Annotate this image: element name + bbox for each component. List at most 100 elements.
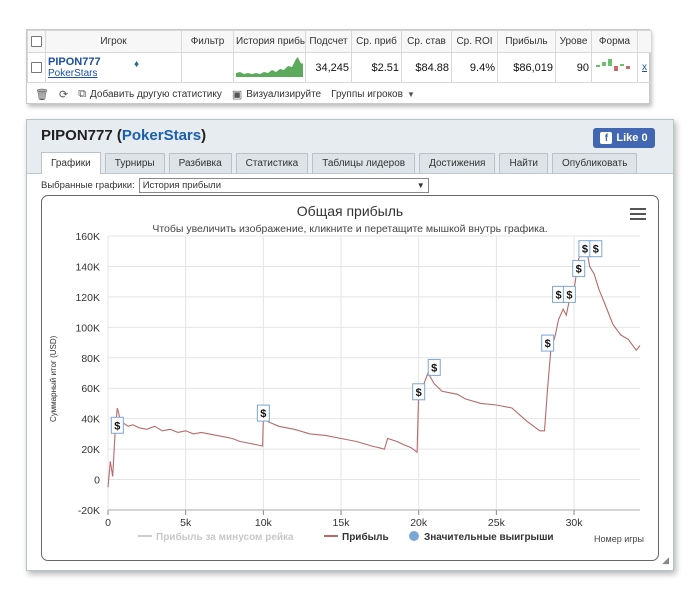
big-win-marker: $ [412,383,426,401]
x-axis-ticks: 0 5k 10k 15k 20k 25k 30k [105,509,640,529]
profit-value: $86,019 [497,52,556,83]
tab-tournaments[interactable]: Турниры [104,153,165,173]
y-tick-label: 40K [81,414,100,426]
chart-subtitle: Чтобы увеличить изображение, кликните и … [152,223,547,235]
visualize-label: Визуализируйте [246,88,322,100]
header-avg-roi[interactable]: Ср. ROI [451,30,498,53]
select-all-checkbox[interactable] [27,30,46,53]
refresh-icon[interactable]: ⟳ [59,88,68,101]
x-tick-label: 10k [255,517,273,529]
y-tick-label: 0 [94,475,100,487]
big-win-label: $ [582,244,588,256]
legend-bigwins-label: Значительные выигрыши [424,532,554,543]
big-win-label: $ [566,289,572,301]
tab-breakdown[interactable]: Разбивка [168,153,232,173]
header-form[interactable]: Форма [591,30,638,53]
legend-bigwins-swatch [409,531,419,541]
avg-roi-value: 9.4% [451,52,498,83]
facebook-icon: f [600,132,613,144]
big-win-label: $ [431,362,437,374]
tabs-bar: Графики Турниры Разбивка Статистика Табл… [27,151,673,174]
stats-header-row: Игрок Фильтр История прибы Подсчет Ср. п… [27,30,652,53]
remove-row-link[interactable]: x [637,52,652,83]
row-checkbox[interactable] [27,52,46,83]
chart-grid [107,235,640,511]
player-groups-dropdown[interactable]: Группы игроков ▼ [331,89,415,100]
y-tick-label: 160K [75,231,100,243]
stats-table: Игрок Фильтр История прибы Подсчет Ср. п… [27,30,652,83]
resize-grip-icon[interactable]: ◢ [662,555,669,566]
chart-legend: Прибыль за минусом рейка Прибыль Значитель… [138,531,554,543]
chart-select[interactable]: История прибыли ▼ [138,177,429,193]
player-groups-label: Группы игроков [331,88,403,100]
legend-profit-label: Прибыль [342,531,389,543]
big-win-marker: $ [578,240,592,258]
big-win-label: $ [593,244,599,256]
header-profit-history[interactable]: История прибы [233,30,306,53]
trash-icon[interactable]: 🗑 [35,88,49,101]
filter-cell [181,52,234,83]
y-axis-ticks: -20K 0 20K 40K 60K 80K 100K 120K 140K 160K [75,231,100,517]
y-tick-label: 80K [81,353,100,365]
header-level[interactable]: Урове [555,30,592,53]
window-title: PIPON777 (PokerStars) [41,127,207,144]
big-win-label: $ [555,289,561,301]
tab-find[interactable]: Найти [499,153,549,173]
big-win-label: $ [545,338,551,350]
image-icon: ▣ [231,88,243,101]
add-stat-label: Добавить другую статистику [90,88,222,100]
header-profit[interactable]: Прибыль [497,30,556,53]
chart-select-value: История прибыли [142,179,222,191]
tab-statistics[interactable]: Статистика [235,153,309,173]
facebook-like-label: Like 0 [616,132,648,144]
copy-icon: ⧉ [78,87,87,100]
caret-down-icon: ▼ [406,89,415,99]
avg-profit-value: $2.51 [351,52,402,83]
player-room-link[interactable]: PokerStars [48,68,179,79]
header-avg-profit[interactable]: Ср. приб [351,30,402,53]
title-room-link[interactable]: PokerStars [122,127,201,144]
y-tick-label: 60K [81,383,100,395]
x-tick-label: 20k [410,517,428,529]
tab-publish[interactable]: Опубликовать [552,153,638,173]
header-avg-stake[interactable]: Ср. став [401,30,452,53]
x-axis-label: Номер игры [594,534,644,544]
big-win-marker: $ [256,404,270,422]
form-sparkbars [591,52,638,83]
network-icon: ♦ [134,59,140,70]
player-cell: PIPON777 PokerStars ♦ [45,52,182,83]
player-name-link[interactable]: PIPON777 [48,56,179,68]
selected-charts-label: Выбранные графики: [41,179,135,191]
add-stat-button[interactable]: ⧉ Добавить другую статистику [78,88,222,101]
x-tick-label: 15k [333,517,351,529]
visualize-button[interactable]: ▣ Визуализируйте [232,88,321,101]
tab-achievements[interactable]: Достижения [419,153,496,173]
big-win-markers: $$$$$$ $$$ $ [110,240,603,434]
header-blank [637,30,652,53]
profit-chart[interactable]: Общая прибыль Чтобы увеличить изображени… [42,196,658,560]
y-tick-label: -20K [78,505,100,517]
chart-select-row: Выбранные графики: История прибыли ▼ [27,174,673,196]
big-win-label: $ [416,387,422,399]
chart-title: Общая прибыль [297,203,403,219]
big-win-marker: $ [562,285,576,303]
tab-charts[interactable]: Графики [41,152,101,174]
profit-history-sparkline [233,52,306,83]
big-win-marker: $ [541,334,555,352]
header-filter[interactable]: Фильтр [181,30,234,53]
chart-menu-icon[interactable] [630,208,646,220]
chart-container[interactable]: Общая прибыль Чтобы увеличить изображени… [41,195,659,561]
chevron-down-icon: ▼ [416,180,425,190]
x-tick-label: 30k [566,517,584,529]
legend-rake-label: Прибыль за минусом рейка [156,531,294,543]
y-tick-label: 20K [81,444,100,456]
table-row: PIPON777 PokerStars ♦ 34,245 $2.51 $84.8… [27,52,652,83]
big-win-marker: $ [572,259,586,277]
big-win-marker: $ [589,240,603,258]
facebook-like-button[interactable]: f Like 0 [593,128,655,148]
tab-leaderboards[interactable]: Таблицы лидеров [312,153,416,173]
big-win-label: $ [114,420,120,432]
header-count[interactable]: Подсчет [305,30,352,53]
count-value: 34,245 [305,52,352,83]
header-player[interactable]: Игрок [45,30,182,53]
